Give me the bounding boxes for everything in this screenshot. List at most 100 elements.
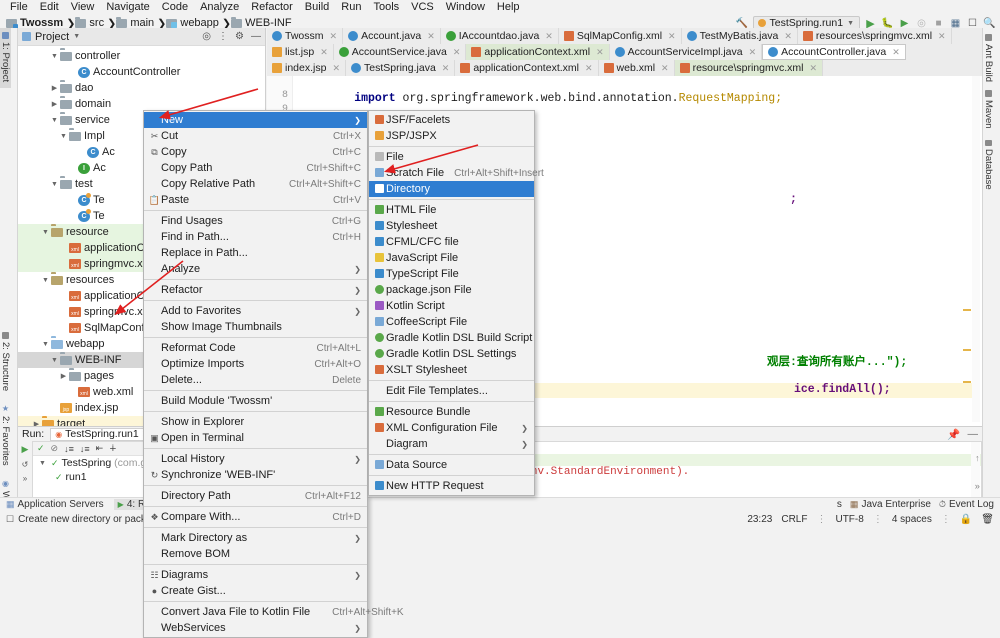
- sidebar-item-project[interactable]: 1: Project: [0, 28, 11, 88]
- menu-tools[interactable]: Tools: [367, 0, 405, 15]
- context-menu-item-optimize-imports[interactable]: Optimize ImportsCtrl+Alt+O: [144, 356, 367, 372]
- run-side-toolbar[interactable]: ▶ ↺ »: [18, 441, 32, 501]
- sidebar-item-ant-build[interactable]: Ant Build: [983, 30, 994, 86]
- chevron-right-icon[interactable]: ▶: [49, 100, 60, 108]
- pin-icon[interactable]: 📌: [947, 428, 960, 441]
- bottom-tab-java-enterprise[interactable]: ▦ Java Enterprise: [850, 499, 931, 510]
- sidebar-item-maven[interactable]: Maven: [983, 86, 994, 136]
- editor-tab-account-java[interactable]: Account.java✕: [343, 28, 441, 44]
- tab-close-icon[interactable]: ✕: [668, 31, 676, 42]
- context-menu-item-analyze[interactable]: Analyze❯: [144, 261, 367, 277]
- context-menu-item-add-to-favorites[interactable]: Add to Favorites❯: [144, 303, 367, 319]
- new-menu-item-package-json-file[interactable]: package.json File: [369, 282, 534, 298]
- context-menu-item-replace-in-path-[interactable]: Replace in Path...: [144, 245, 367, 261]
- menu-help[interactable]: Help: [491, 0, 526, 15]
- new-menu-item-diagram[interactable]: Diagram❯: [369, 436, 534, 452]
- sidebar-item-database[interactable]: Database: [983, 136, 994, 194]
- editor-vertical-scrollbar[interactable]: [972, 76, 980, 422]
- tab-close-icon[interactable]: ✕: [809, 63, 817, 74]
- context-menu-item-convert-java-file-to-kotlin-file[interactable]: Convert Java File to Kotlin FileCtrl+Alt…: [144, 604, 367, 620]
- context-menu-item-webservices[interactable]: WebServices❯: [144, 620, 367, 636]
- context-menu-item-reformat-code[interactable]: Reformat CodeCtrl+Alt+L: [144, 340, 367, 356]
- chevron-down-icon[interactable]: ▼: [49, 117, 60, 124]
- editor-tab-resources-springmvc-xml[interactable]: resources\springmvc.xml✕: [798, 28, 952, 44]
- context-menu-item-new[interactable]: New❯: [144, 112, 367, 128]
- tab-close-icon[interactable]: ✕: [661, 63, 669, 74]
- context-menu-item-directory-path[interactable]: Directory PathCtrl+Alt+F12: [144, 488, 367, 504]
- chevron-down-icon[interactable]: ▼: [847, 20, 854, 27]
- editor-tab-web-xml[interactable]: web.xml✕: [599, 60, 675, 76]
- menu-window[interactable]: Window: [440, 0, 491, 15]
- menu-vcs[interactable]: VCS: [405, 0, 440, 15]
- context-menu-item-paste[interactable]: 📋PasteCtrl+V: [144, 192, 367, 208]
- hide-icon[interactable]: —: [968, 428, 979, 441]
- sort-alpha-icon[interactable]: ↓≡: [64, 444, 74, 454]
- new-menu-item-directory[interactable]: Directory: [369, 181, 534, 197]
- tab-close-icon[interactable]: ✕: [585, 63, 593, 74]
- tree-node-accountcontroller[interactable]: CAccountController: [18, 64, 265, 80]
- chevron-down-icon[interactable]: ▼: [49, 357, 60, 364]
- tree-node-dao[interactable]: ▶dao: [18, 80, 265, 96]
- editor-tab-accountservice-java[interactable]: AccountService.java✕: [334, 44, 467, 60]
- new-menu-item-xml-configuration-file[interactable]: XML Configuration File❯: [369, 420, 534, 436]
- tab-close-icon[interactable]: ✕: [442, 63, 450, 74]
- editor-tab-accountcontroller-java[interactable]: AccountController.java✕: [762, 44, 906, 60]
- chevron-down-icon[interactable]: ▼: [58, 133, 69, 140]
- chevron-right-icon[interactable]: ▶: [49, 84, 60, 92]
- tab-close-icon[interactable]: ✕: [749, 47, 757, 58]
- context-menu-item-build-module-twossm-[interactable]: Build Module 'Twossm': [144, 393, 367, 409]
- new-menu-item-scratch-file[interactable]: Scratch FileCtrl+Alt+Shift+Insert: [369, 165, 534, 181]
- main-menubar[interactable]: FileEditViewNavigateCodeAnalyzeRefactorB…: [0, 0, 1000, 15]
- locate-icon[interactable]: ◎: [202, 31, 211, 42]
- caret-position[interactable]: 23:23: [747, 514, 772, 525]
- run-tab[interactable]: ◉ TestSpring.run1 ✕: [50, 428, 154, 441]
- new-menu-item-stylesheet[interactable]: Stylesheet: [369, 218, 534, 234]
- menu-analyze[interactable]: Analyze: [194, 0, 245, 15]
- tab-close-icon[interactable]: ✕: [453, 47, 461, 58]
- collapse-all-icon[interactable]: ∔: [109, 443, 117, 454]
- file-encoding[interactable]: UTF-8: [835, 514, 863, 525]
- tab-close-icon[interactable]: ✕: [784, 31, 792, 42]
- tree-node-controller[interactable]: ▼controller: [18, 48, 265, 64]
- menu-edit[interactable]: Edit: [34, 0, 65, 15]
- expand-all-icon[interactable]: ⇤: [96, 443, 104, 454]
- rerun-failed-icon[interactable]: ↺: [22, 460, 29, 469]
- bottom-tab-event-log[interactable]: ⏱ Event Log: [939, 499, 994, 510]
- bottom-tab-application-servers[interactable]: ▦ Application Servers: [6, 499, 104, 510]
- tab-close-icon[interactable]: ✕: [330, 31, 338, 42]
- settings-gear-icon[interactable]: ⚙: [235, 31, 244, 42]
- tab-close-icon[interactable]: ✕: [332, 63, 340, 74]
- menu-build[interactable]: Build: [299, 0, 335, 15]
- new-menu-item-edit-file-templates-[interactable]: Edit File Templates...: [369, 383, 534, 399]
- context-menu-item-remove-bom[interactable]: Remove BOM: [144, 546, 367, 562]
- context-menu-item-refactor[interactable]: Refactor❯: [144, 282, 367, 298]
- soft-wrap-icon[interactable]: »: [975, 482, 980, 492]
- context-menu-item-diagrams[interactable]: ☷Diagrams❯: [144, 567, 367, 583]
- new-menu-item-file[interactable]: File: [369, 149, 534, 165]
- context-menu-item-copy-relative-path[interactable]: Copy Relative PathCtrl+Alt+Shift+C: [144, 176, 367, 192]
- line-separator[interactable]: CRLF: [781, 514, 807, 525]
- new-menu-item-kotlin-script[interactable]: Kotlin Script: [369, 298, 534, 314]
- context-menu-item-compare-with-[interactable]: ❖Compare With...Ctrl+D: [144, 509, 367, 525]
- tab-close-icon[interactable]: ✕: [938, 31, 946, 42]
- editor-tab-twossm[interactable]: Twossm✕: [267, 28, 343, 44]
- editor-tab-resource-springmvc-xml[interactable]: resource\springmvc.xml✕: [675, 60, 823, 76]
- editor-tab-accountserviceimpl-java[interactable]: AccountServiceImpl.java✕: [610, 44, 763, 60]
- menu-file[interactable]: File: [4, 0, 34, 15]
- new-menu-item-gradle-kotlin-dsl-settings[interactable]: Gradle Kotlin DSL Settings: [369, 346, 534, 362]
- hide-ignored-icon[interactable]: ⊘: [51, 443, 59, 454]
- collapse-all-icon[interactable]: ⋮: [218, 31, 228, 42]
- new-menu-item-coffeescript-file[interactable]: CoffeeScript File: [369, 314, 534, 330]
- context-menu-item-find-in-path-[interactable]: Find in Path...Ctrl+H: [144, 229, 367, 245]
- context-menu-item-show-image-thumbnails[interactable]: Show Image Thumbnails: [144, 319, 367, 335]
- menu-view[interactable]: View: [65, 0, 101, 15]
- new-menu-item-gradle-kotlin-dsl-build-script[interactable]: Gradle Kotlin DSL Build Script: [369, 330, 534, 346]
- editor-tab-iaccountdao-java[interactable]: IAccountdao.java✕: [441, 28, 559, 44]
- show-passed-icon[interactable]: ✓: [37, 443, 45, 454]
- new-menu-item-jsf-facelets[interactable]: JSF/Facelets: [369, 112, 534, 128]
- tab-close-icon[interactable]: ✕: [320, 47, 328, 58]
- sidebar-item-favorites[interactable]: ★ 2: Favorites: [0, 400, 11, 475]
- trash-icon[interactable]: 🗑: [981, 514, 994, 525]
- tab-close-icon[interactable]: ✕: [892, 47, 900, 58]
- context-menu-item-copy-path[interactable]: Copy PathCtrl+Shift+C: [144, 160, 367, 176]
